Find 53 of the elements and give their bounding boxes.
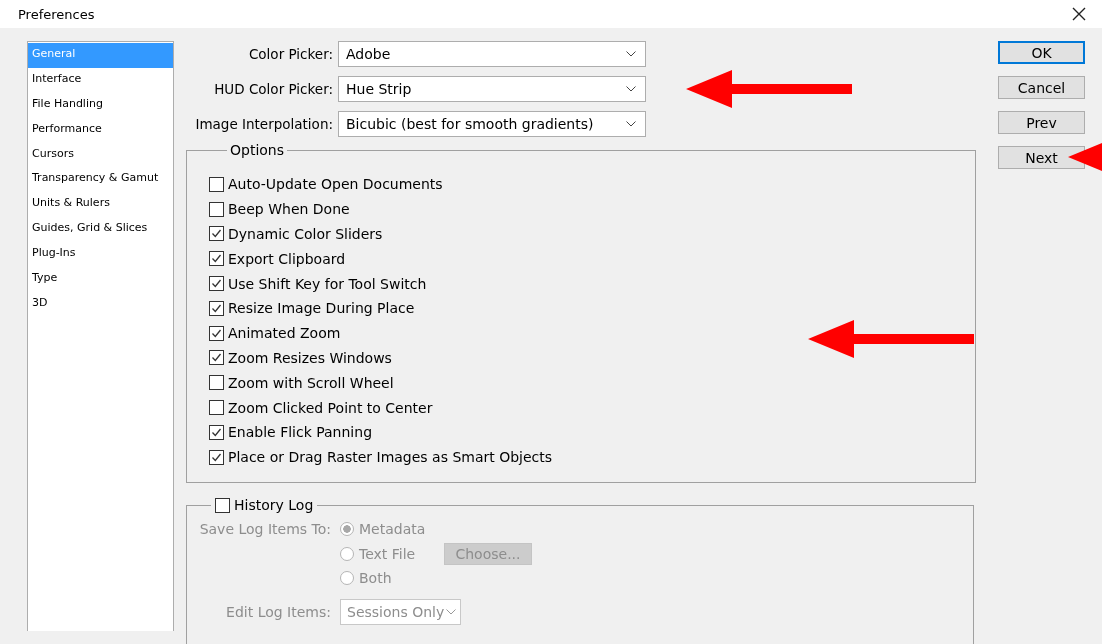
checkbox-label[interactable]: Auto-Update Open Documents <box>228 176 443 193</box>
dialog-button[interactable]: Cancel <box>998 76 1085 99</box>
group-title: Options <box>229 142 286 158</box>
checkbox-label[interactable]: Zoom with Scroll Wheel <box>228 374 394 391</box>
field-label: Color Picker: <box>247 46 334 62</box>
dropdown[interactable]: Bicubic (best for smooth gradients) <box>338 111 646 137</box>
checkbox-label[interactable]: Resize Image During Place <box>228 300 415 317</box>
checkbox[interactable] <box>209 201 224 217</box>
chevron-down-icon <box>446 608 456 615</box>
checkbox[interactable] <box>209 375 224 391</box>
category-item[interactable]: Type <box>28 267 173 292</box>
checkbox-label[interactable]: Beep When Done <box>228 201 350 218</box>
checkbox-label[interactable]: Zoom Resizes Windows <box>228 349 392 366</box>
checkbox-label[interactable]: Animated Zoom <box>228 325 341 342</box>
checkbox-label[interactable]: Enable Flick Panning <box>228 424 372 441</box>
close-icon[interactable] <box>1072 7 1086 21</box>
field-label: Image Interpolation: <box>194 116 334 132</box>
dropdown[interactable]: Adobe <box>338 41 646 67</box>
category-item[interactable]: 3D <box>28 291 173 317</box>
checkbox-label[interactable]: Zoom Clicked Point to Center <box>228 399 433 416</box>
window-title: Preferences <box>18 6 95 22</box>
field-label: HUD Color Picker: <box>213 81 334 97</box>
checkbox[interactable] <box>209 300 224 316</box>
field-label: Edit Log Items: <box>225 602 331 622</box>
checkbox[interactable] <box>209 350 224 366</box>
checkbox-label[interactable]: Use Shift Key for Tool Switch <box>228 275 427 292</box>
category-item[interactable]: Cursors <box>28 142 173 168</box>
chevron-down-icon <box>626 86 636 92</box>
dialog-button[interactable]: OK <box>998 41 1085 64</box>
checkbox[interactable] <box>209 325 224 341</box>
checkbox-label[interactable]: Place or Drag Raster Images as Smart Objects <box>228 449 553 466</box>
category-item[interactable]: Guides, Grid & Slices <box>28 217 173 243</box>
dropdown[interactable]: Hue Strip <box>338 76 646 102</box>
checkbox-label[interactable]: Dynamic Color Sliders <box>228 226 383 242</box>
chevron-down-icon <box>626 51 636 57</box>
category-item[interactable]: Plug-Ins <box>28 242 173 267</box>
category-item[interactable]: Interface <box>28 67 173 93</box>
checkbox[interactable] <box>209 424 224 440</box>
category-item[interactable]: Performance <box>28 117 173 143</box>
checkbox-label[interactable]: Export Clipboard <box>228 250 346 267</box>
category-item[interactable]: Units & Rulers <box>28 192 173 218</box>
checkbox[interactable] <box>209 449 224 465</box>
dialog-button[interactable]: Prev <box>998 111 1085 134</box>
chevron-down-icon <box>626 121 636 127</box>
field-label: Save Log Items To: <box>198 520 331 539</box>
category-item[interactable]: Transparency & Gamut <box>28 167 173 193</box>
category-item[interactable]: File Handling <box>28 92 173 118</box>
checkbox[interactable] <box>209 226 224 242</box>
checkbox[interactable] <box>209 400 224 416</box>
dialog-button[interactable]: Next <box>998 146 1085 169</box>
checkbox[interactable] <box>209 251 224 267</box>
checkbox[interactable] <box>209 276 224 292</box>
checkbox[interactable] <box>209 176 224 192</box>
